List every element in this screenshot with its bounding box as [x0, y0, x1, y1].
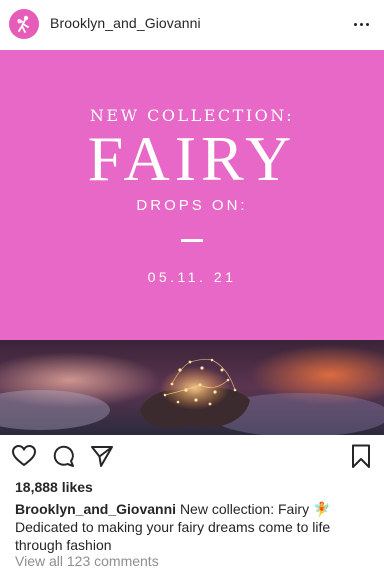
- avatar[interactable]: [9, 9, 39, 39]
- heart-icon[interactable]: [11, 443, 37, 469]
- more-options-icon: [353, 22, 357, 26]
- post-header: Brooklyn_and_Giovanni: [0, 0, 384, 50]
- fairy-lights-hands-image: [0, 340, 384, 435]
- promo-panel: NEW COLLECTION: FAIRY DROPS ON: 05.11. 2…: [0, 50, 384, 340]
- caption-text: New collection: Fairy 🧚: [179, 501, 331, 517]
- post-image[interactable]: NEW COLLECTION: FAIRY DROPS ON: 05.11. 2…: [0, 50, 384, 435]
- send-icon[interactable]: [89, 443, 115, 469]
- action-bar: [0, 440, 384, 474]
- caption-author[interactable]: Brooklyn_and_Giovanni: [15, 501, 176, 517]
- caption: Brooklyn_and_Giovanni New collection: Fa…: [15, 500, 371, 554]
- more-dot: [359, 22, 363, 26]
- promo-divider: [181, 239, 203, 242]
- more-dot: [365, 22, 369, 26]
- promo-title: FAIRY: [87, 123, 297, 194]
- fairy-icon: [17, 15, 29, 33]
- promo-date: 05.11. 21: [147, 269, 237, 285]
- bookmark-icon[interactable]: [348, 443, 374, 469]
- comment-icon[interactable]: [50, 443, 76, 469]
- username[interactable]: Brooklyn_and_Giovanni: [50, 15, 201, 31]
- likes-count[interactable]: 18,888 likes: [15, 479, 93, 495]
- view-comments-link[interactable]: View all 123 comments: [15, 553, 159, 569]
- more-options-button[interactable]: [350, 13, 372, 35]
- promo-line3: DROPS ON:: [136, 197, 248, 214]
- caption-text-2: Dedicated to making your fairy dreams co…: [15, 519, 331, 553]
